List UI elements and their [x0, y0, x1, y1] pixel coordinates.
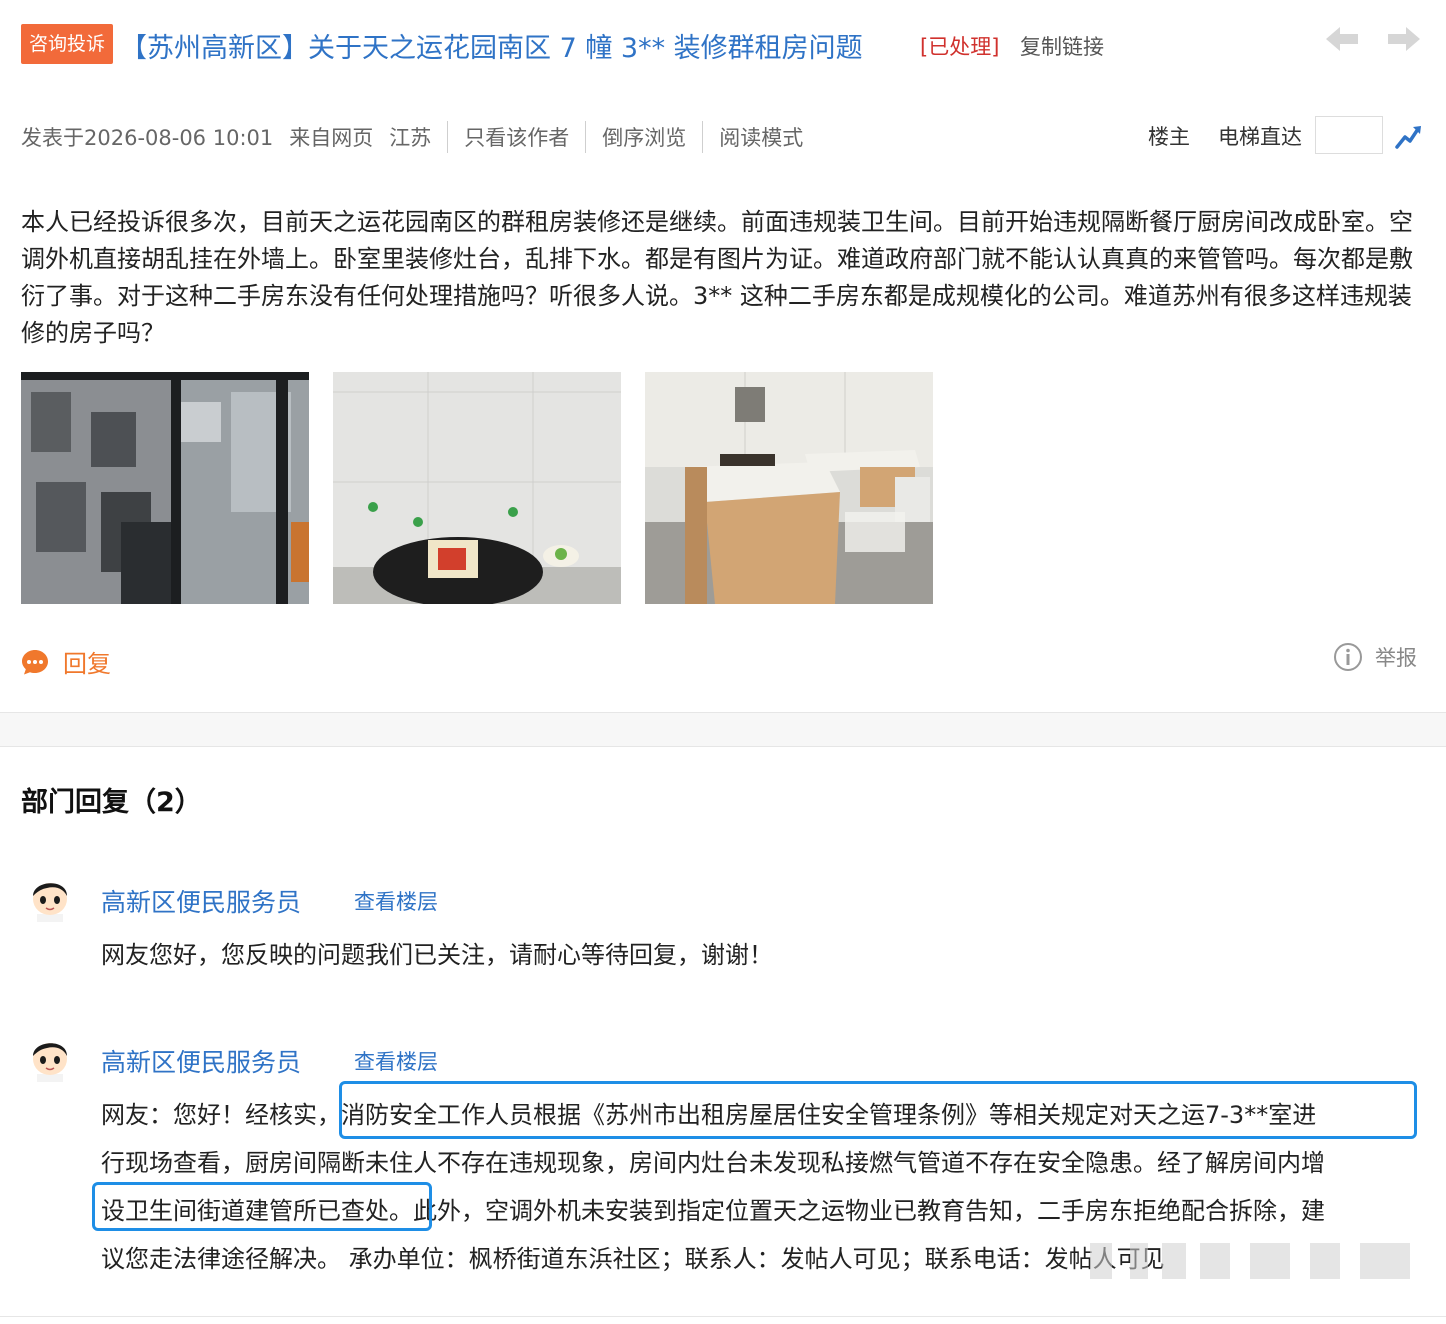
reply-text: 网友：您好！经核实， [101, 1101, 341, 1129]
watermark-mark [1200, 1243, 1230, 1279]
post-meta-bar: 发表于2026-08-06 10:01 来自网页 江苏 只看该作者 倒序浏览 阅… [21, 121, 803, 153]
only-author-link[interactable]: 只看该作者 [464, 122, 569, 152]
watermark-mark [1162, 1243, 1186, 1279]
highlight-box [92, 1182, 432, 1231]
photo-kitchen-counter[interactable] [645, 372, 933, 604]
divider [447, 121, 449, 153]
status-label: [已处理] [920, 35, 1000, 59]
bottom-divider [0, 1316, 1446, 1317]
reply-label: 回复 [63, 650, 111, 678]
jump-go-icon[interactable] [1394, 121, 1424, 151]
post-source: 来自网页 [289, 126, 374, 150]
watermark-mark [1130, 1243, 1148, 1279]
photo-tiled-room[interactable] [333, 372, 621, 604]
photo-window-exterior[interactable] [21, 372, 309, 604]
view-floor-link[interactable]: 查看楼层 [354, 1046, 438, 1076]
highlight-box [339, 1081, 1417, 1139]
watermark-mark [1310, 1243, 1340, 1279]
report-button[interactable]: 举报 [1333, 642, 1417, 672]
copy-link-button[interactable]: 复制链接 [1020, 31, 1104, 61]
next-arrow-icon[interactable] [1386, 24, 1422, 54]
replier-name[interactable]: 高新区便民服务员 [101, 883, 301, 919]
read-mode-link[interactable]: 阅读模式 [719, 122, 803, 152]
divider [702, 121, 704, 153]
watermark-mark [1090, 1243, 1112, 1279]
elevator-label: 电梯直达 [1218, 125, 1302, 149]
view-floor-link[interactable]: 查看楼层 [354, 886, 438, 916]
info-icon [1334, 643, 1362, 671]
chat-bubble-icon [22, 649, 48, 674]
post-province: 江苏 [389, 126, 432, 150]
reply-content: 网友您好，您反映的问题我们已关注，请耐心等待回复，谢谢！ [101, 941, 773, 969]
divider [585, 121, 587, 153]
dept-reply-title: 部门回复（2） [21, 787, 202, 818]
report-label: 举报 [1375, 646, 1417, 670]
region-label[interactable]: 【苏州高新区】 [120, 26, 309, 65]
floor-jump-input[interactable] [1315, 116, 1383, 154]
post-body: 本人已经投诉很多次，目前天之运花园南区的群租房装修还是继续。前面违规装卫生间。目… [21, 208, 1413, 347]
reverse-order-link[interactable]: 倒序浏览 [602, 122, 686, 152]
post-title: 关于天之运花园南区 7 幢 3** 装修群租房问题 [308, 33, 863, 64]
reply-text: 此外，空调外机未安装到指定位置天之运物业已教育告知，二手房东拒绝配合拆除，建 [413, 1197, 1325, 1225]
avatar [25, 872, 75, 922]
reply-content-line-2: 行现场查看，厨房间隔断未住人不存在违规现象，房间内灶台未发现私接燃气管道不存在安… [101, 1149, 1325, 1177]
avatar [25, 1032, 75, 1082]
watermark-mark [1360, 1243, 1410, 1279]
section-divider [0, 712, 1446, 747]
post-time: 发表于2026-08-06 10:01 [21, 126, 274, 150]
floor-owner-label: 楼主 [1148, 125, 1190, 149]
previous-arrow-icon[interactable] [1324, 24, 1360, 54]
reply-button[interactable]: 回复 [21, 644, 111, 679]
watermark-mark [1250, 1243, 1290, 1279]
category-badge: 咨询投诉 [21, 24, 113, 64]
replier-name[interactable]: 高新区便民服务员 [101, 1043, 301, 1079]
